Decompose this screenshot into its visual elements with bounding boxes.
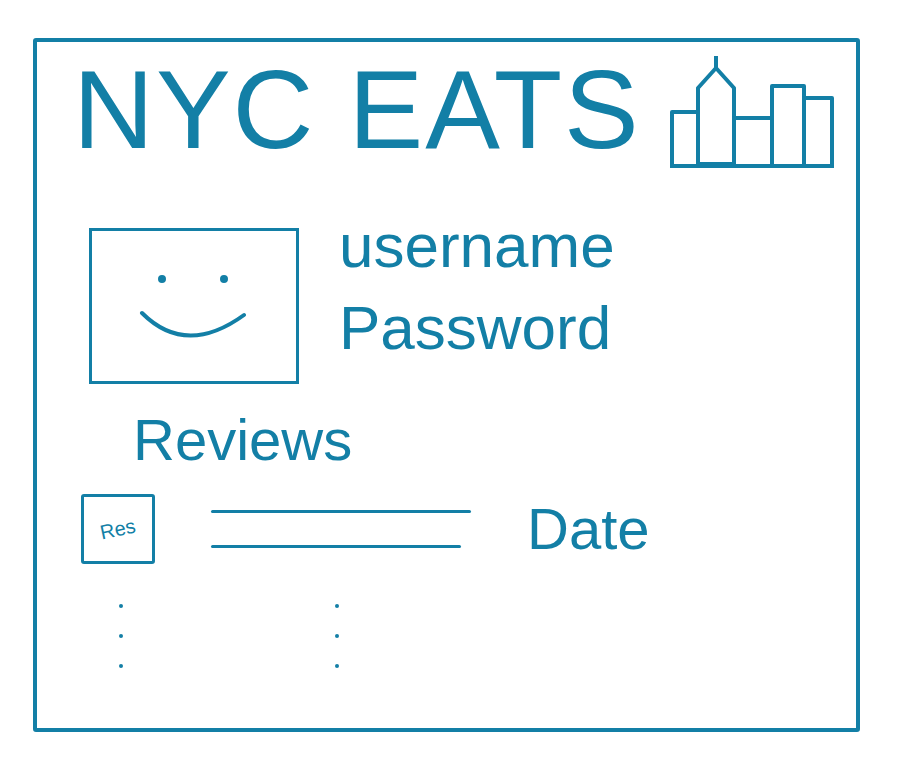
more-indicator (335, 604, 339, 668)
profile-fields: username Password (339, 212, 615, 362)
review-date: Date (527, 497, 650, 561)
reviews-heading: Reviews (133, 408, 856, 472)
avatar (89, 228, 299, 384)
header: NYC EATS (37, 42, 856, 172)
review-row[interactable]: Res Date (81, 494, 856, 564)
more-rows (119, 604, 856, 668)
skyline-icon (668, 54, 836, 172)
page: NYC EATS username Password Reviews Res Date (0, 0, 903, 783)
restaurant-badge: Res (81, 494, 155, 564)
app-title: NYC EATS (73, 54, 641, 166)
profile-field[interactable]: username (339, 212, 615, 280)
reviews-list: Res Date (81, 494, 856, 564)
more-indicator (119, 604, 123, 668)
screen-frame: NYC EATS username Password Reviews Res Date (33, 38, 860, 732)
profile: usernamePassword (89, 228, 856, 384)
profile-field[interactable]: Password (339, 294, 615, 362)
review-text-lines (211, 510, 471, 548)
smiley-icon (134, 261, 254, 351)
